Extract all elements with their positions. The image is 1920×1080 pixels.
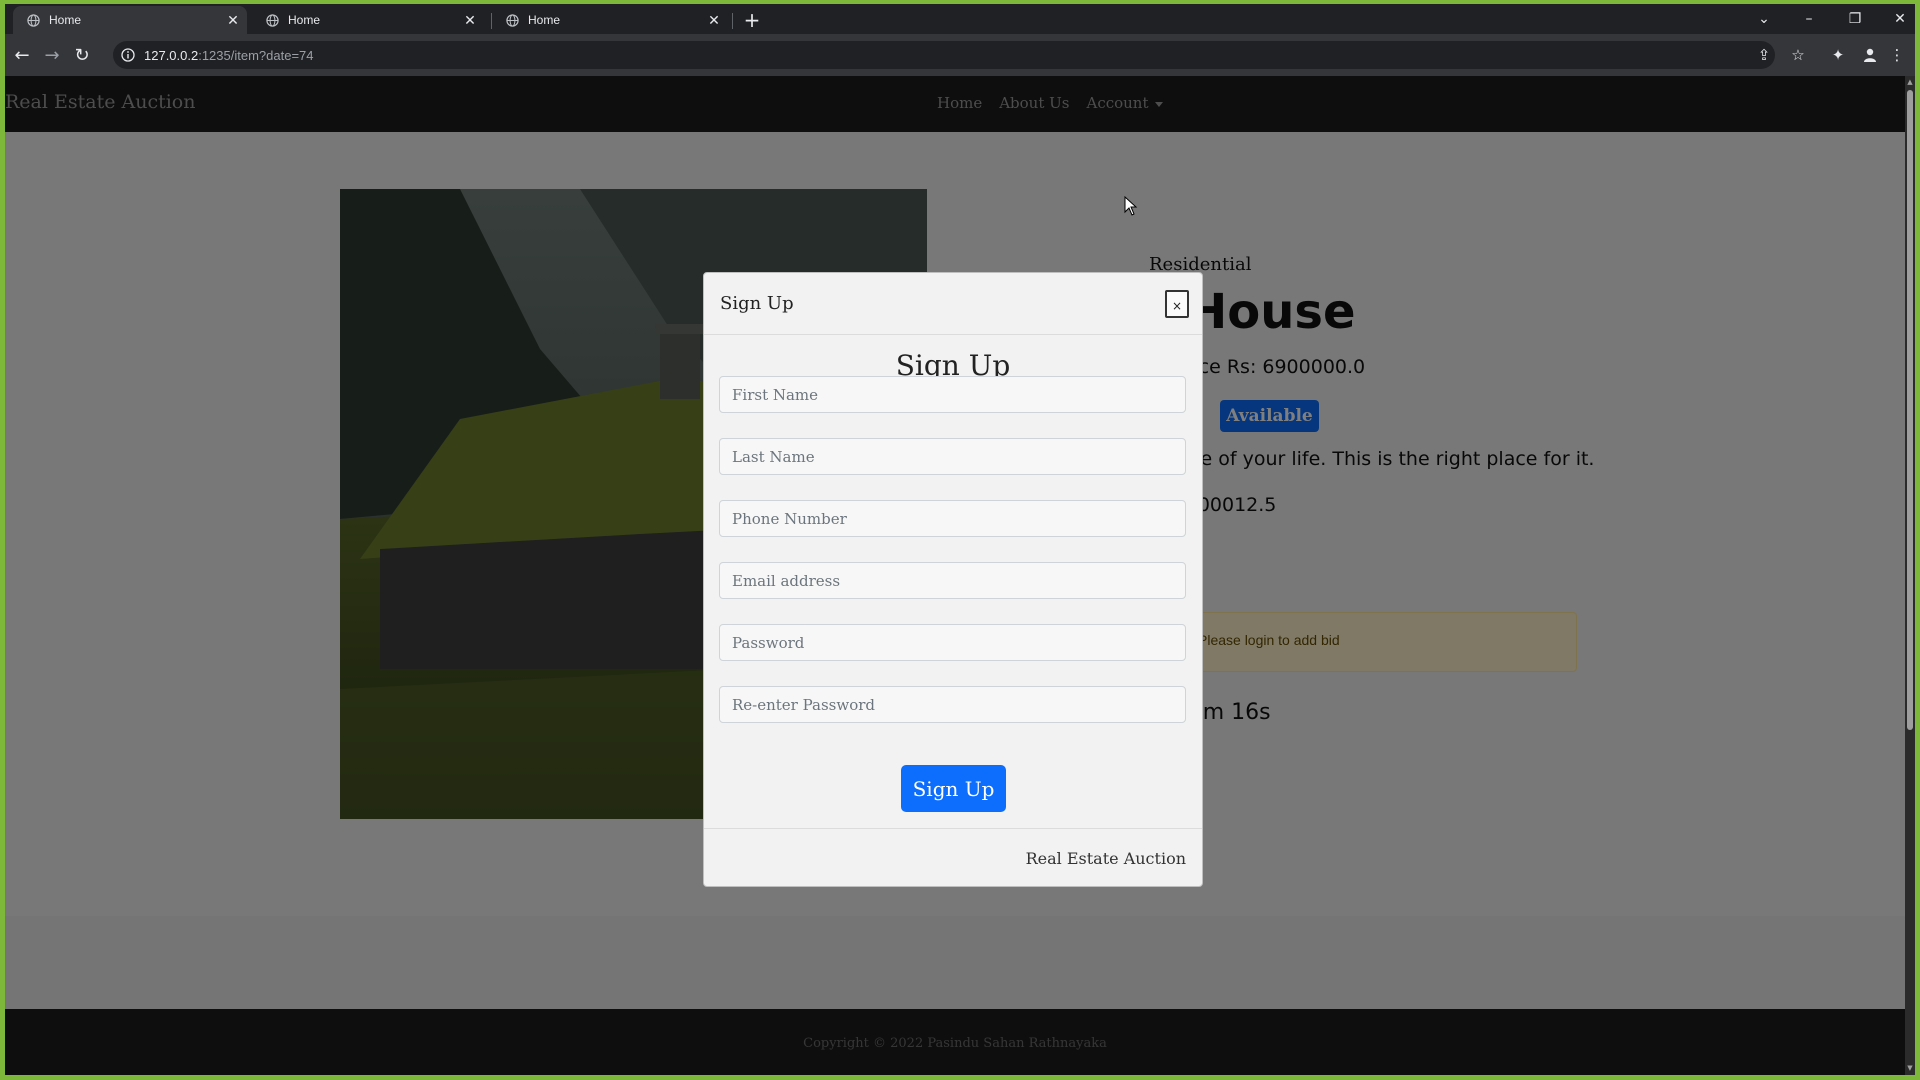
close-tab-icon[interactable]: ✕ [462,12,478,28]
back-icon[interactable]: ← [9,42,35,68]
browser-window: Home ✕ Home ✕ Home ✕ + ⌄ – ❐ ✕ ← → ↻ 127… [5,4,1915,1075]
share-icon[interactable]: ⇪ [1752,43,1776,67]
signup-modal: Sign Up × Sign Up Sign Up Real Estate Au… [703,272,1203,887]
tab-search-icon[interactable]: ⌄ [1743,6,1785,32]
tab-divider [732,13,733,29]
browser-tab-2[interactable]: Home ✕ [252,6,484,34]
first-name-input[interactable] [719,376,1186,413]
close-tab-icon[interactable]: ✕ [225,12,241,28]
modal-header-title: Sign Up [720,293,794,314]
menu-kebab-icon[interactable]: ⋮ [1885,43,1909,67]
scrollbar-thumb[interactable] [1907,90,1913,730]
page-scrollbar[interactable]: ▲ ▼ [1905,76,1915,1075]
last-name-input[interactable] [719,438,1186,475]
bookmark-star-icon[interactable]: ☆ [1786,43,1810,67]
extensions-icon[interactable]: ✦ [1826,43,1850,67]
forward-icon[interactable]: → [39,42,65,68]
browser-tab-1[interactable]: Home ✕ [13,6,247,34]
url-path: :1235/item?date=74 [198,48,314,63]
signup-submit-button[interactable]: Sign Up [901,765,1006,812]
url-host: 127.0.0.2 [144,48,199,63]
mouse-cursor-icon [1124,196,1138,216]
modal-header: Sign Up × [704,273,1202,335]
password-input[interactable] [719,624,1186,661]
address-bar[interactable]: 127.0.0.2:1235/item?date=74 [113,41,1775,69]
modal-footer-brand: Real Estate Auction [1025,849,1186,868]
globe-icon [265,13,279,27]
modal-footer: Real Estate Auction [704,828,1202,886]
browser-toolbar: ← → ↻ 127.0.0.2:1235/item?date=74 ⇪ ☆ ✦ … [5,34,1915,76]
modal-close-button[interactable]: × [1165,290,1189,318]
scroll-down-icon[interactable]: ▼ [1906,1064,1914,1072]
url-text: 127.0.0.2:1235/item?date=74 [144,48,314,63]
tab-title: Home [288,13,321,27]
close-tab-icon[interactable]: ✕ [706,12,722,28]
page-viewport: Real Estate Auction Home About Us Accoun… [5,76,1905,1075]
phone-number-input[interactable] [719,500,1186,537]
tab-strip: Home ✕ Home ✕ Home ✕ + ⌄ – ❐ ✕ [5,4,1915,34]
info-icon[interactable] [121,48,135,62]
scroll-up-icon[interactable]: ▲ [1906,78,1914,86]
reenter-password-input[interactable] [719,686,1186,723]
profile-icon[interactable] [1858,43,1882,67]
browser-tab-3[interactable]: Home ✕ [492,6,728,34]
minimize-icon[interactable]: – [1788,6,1830,32]
tab-title: Home [49,13,82,27]
globe-icon [26,13,40,27]
close-window-icon[interactable]: ✕ [1879,6,1915,32]
tab-title: Home [528,13,561,27]
restore-icon[interactable]: ❐ [1834,6,1876,32]
reload-icon[interactable]: ↻ [69,42,95,68]
email-input[interactable] [719,562,1186,599]
globe-icon [505,13,519,27]
new-tab-button[interactable]: + [742,10,762,30]
